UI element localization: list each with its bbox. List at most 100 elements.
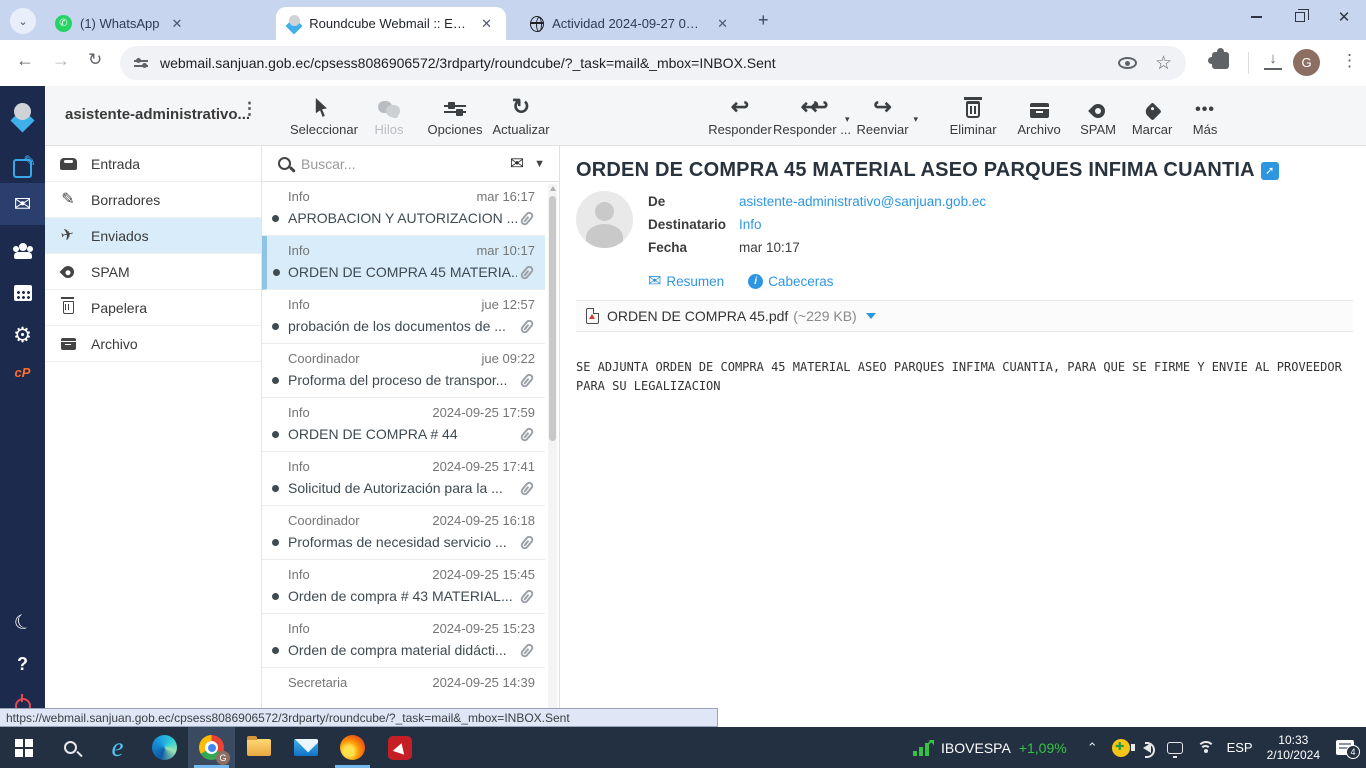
stock-chart-icon[interactable] [913,740,933,756]
scroll-up-icon[interactable] [549,186,556,191]
open-in-new-window-icon[interactable]: ➚ [1260,162,1279,180]
restore-button[interactable] [1278,0,1322,34]
browser-menu-icon[interactable]: ⋮ [1341,51,1358,71]
unread-indicator [272,539,279,546]
sidebar-item-spam[interactable]: SPAM [45,254,261,290]
refresh-button[interactable]: ↻ Actualizar [488,92,554,138]
tab-roundcube[interactable]: Roundcube Webmail :: Enviados ✕ [276,7,506,40]
start-button[interactable] [0,727,47,768]
archive-button[interactable]: Archivo [1006,92,1072,137]
message-row[interactable]: Coordinador jue 09:22 Proforma del proces… [262,344,545,398]
bookmark-star-icon[interactable]: ☆ [1155,52,1172,75]
message-row-selected[interactable]: Info mar 10:17 ORDEN DE COMPRA 45 MATERIA… [262,236,545,290]
mark-button[interactable]: Marcar [1124,92,1180,137]
clock[interactable]: 10:33 2/10/2024 [1267,733,1320,763]
sidebar-item-borradores[interactable]: ✎ Borradores [45,182,261,218]
taskbar-file-explorer[interactable] [235,727,282,768]
tab-whatsapp[interactable]: ✆ (1) WhatsApp ✕ [45,7,267,40]
taskbar-mail[interactable] [282,727,329,768]
time: 10:33 [1278,732,1309,747]
options-button[interactable]: Opciones [422,92,488,137]
new-tab-button[interactable]: + [758,10,769,31]
more-button[interactable]: ••• Más [1180,92,1230,138]
sidebar-item-entrada[interactable]: Entrada [45,146,261,182]
summary-link[interactable]: Resumen [666,274,724,289]
reply-button[interactable]: ↩ Responder [707,92,773,138]
tray-expand-icon[interactable]: ⌃ [1087,740,1098,756]
message-row[interactable]: Info 2024-09-25 17:41 Solicitud de Autori… [262,452,545,506]
headers-link[interactable]: Cabeceras [768,274,833,289]
stock-ticker-name[interactable]: IBOVESPA [941,740,1011,756]
downloads-icon[interactable]: ↓ [1264,50,1282,70]
sidebar-item-papelera[interactable]: Papelera [45,290,261,326]
to-address-link[interactable]: Info [739,217,762,232]
rail-compose[interactable] [0,148,45,188]
spam-button[interactable]: SPAM [1072,92,1124,137]
language-indicator[interactable]: ESP [1227,740,1253,755]
forward-caret-icon[interactable]: ▾ [914,114,919,125]
threads-button[interactable]: Hilos [356,92,422,137]
speaker-icon[interactable] [1130,741,1155,758]
tab-close-icon[interactable]: ✕ [477,14,496,34]
attachment-icon [519,371,535,389]
sidebar-item-archivo[interactable]: Archivo [45,326,261,362]
preview-eye-icon[interactable] [1117,57,1137,69]
taskbar-search[interactable] [47,727,94,768]
display-icon[interactable] [1166,741,1183,758]
rail-contacts[interactable] [0,231,45,271]
forward-icon[interactable]: → [52,50,70,71]
taskbar-edge[interactable] [141,727,188,768]
message-row[interactable]: Coordinador 2024-09-25 16:18 Proformas de… [262,506,545,560]
tab-close-icon[interactable]: ✕ [713,14,732,34]
message-row[interactable]: Info 2024-09-25 15:23 Orden de compra mat… [262,614,545,668]
reload-icon[interactable]: ↻ [88,50,102,70]
rail-settings[interactable]: ⚙ [0,315,45,355]
message-row[interactable]: Info mar 16:17 APROBACION Y AUTORIZACION … [262,182,545,236]
delete-button[interactable]: Eliminar [940,92,1006,137]
tune-icon[interactable] [134,57,148,69]
date: 2024-09-25 15:23 [432,621,535,636]
currency-widget-icon[interactable] [1111,738,1130,757]
tab-actividad[interactable]: Actividad 2024-09-27 08:00:00 ✕ [520,7,742,40]
rail-dark-mode[interactable]: ☾ [0,602,45,642]
search-scope-mail-icon[interactable]: ✉ [510,154,524,174]
message-row[interactable]: Info 2024-09-25 15:45 Orden de compra # 4… [262,560,545,614]
minimize-button[interactable] [1234,0,1278,34]
tab-search-button[interactable]: ⌄ [10,8,36,34]
profile-avatar[interactable]: G [1293,49,1320,76]
select-button[interactable]: Seleccionar [290,92,358,137]
search-icon[interactable] [278,157,291,170]
rail-cpanel[interactable]: cP [0,352,45,392]
notification-center-icon[interactable]: 4 [1336,740,1360,759]
from-address-link[interactable]: asistente-administrativo@sanjuan.gob.ec [739,194,986,209]
address-bar[interactable]: webmail.sanjuan.gob.ec/cpsess8086906572/… [120,46,1186,80]
taskbar-firefox[interactable] [329,727,376,768]
rail-mail[interactable]: ✉ [0,183,45,225]
attachment-bar[interactable]: ORDEN DE COMPRA 45.pdf (~229 KB) [576,300,1353,332]
tab-close-icon[interactable]: ✕ [167,14,186,34]
taskbar-chrome[interactable]: G [188,727,235,768]
message-row[interactable]: Info 2024-09-25 17:59 ORDEN DE COMPRA # 4… [262,398,545,452]
back-icon[interactable]: ← [16,50,34,71]
extensions-icon[interactable] [1208,48,1229,69]
attachment-name[interactable]: ORDEN DE COMPRA 45.pdf [607,308,788,324]
taskbar-acrobat[interactable] [376,727,423,768]
stock-ticker-change[interactable]: +1,09% [1019,740,1067,756]
account-menu-icon[interactable]: ⋮ [241,99,258,119]
sidebar-item-enviados[interactable]: ✈ Enviados [45,218,261,254]
search-input[interactable] [301,155,510,172]
message-row[interactable]: Info jue 12:57 probación de los documento… [262,290,545,344]
forward-button[interactable]: ↪ Reenviar [850,92,916,138]
rail-help[interactable]: ? [0,644,45,684]
roundcube-logo[interactable] [0,96,45,136]
chevron-down-icon[interactable]: ▼ [534,158,545,170]
taskbar-internet-explorer[interactable]: e [94,727,141,768]
close-button[interactable]: ✕ [1322,0,1366,34]
url-text[interactable]: webmail.sanjuan.gob.ec/cpsess8086906572/… [160,55,1118,71]
list-scrollbar[interactable] [548,184,557,724]
rail-calendar[interactable] [0,273,45,313]
scrollbar-thumb[interactable] [549,196,556,441]
wifi-icon[interactable] [1196,740,1215,755]
reply-all-button[interactable]: ↩↩ Responder ... [773,92,851,138]
attachment-menu-icon[interactable] [865,313,876,319]
